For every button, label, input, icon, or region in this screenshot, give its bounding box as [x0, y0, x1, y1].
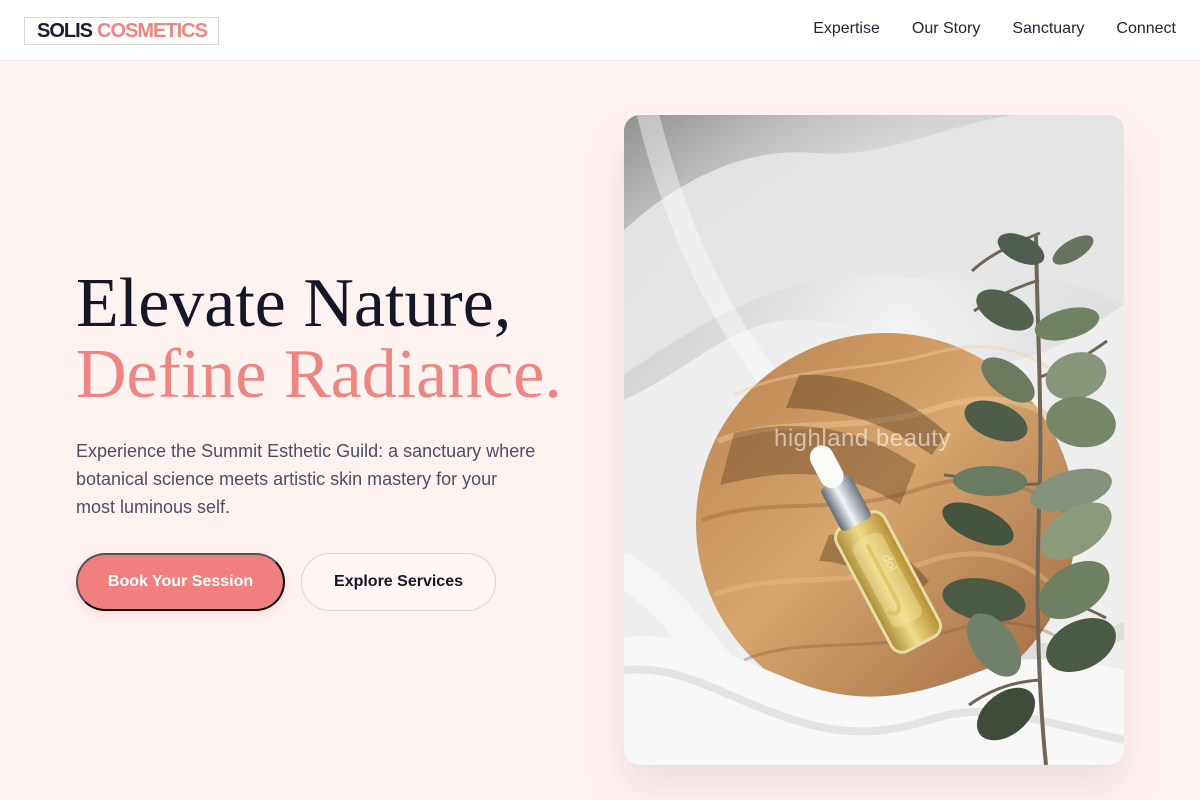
product-photo: dol highland beauty [624, 115, 1124, 765]
hero-title-line-one: Elevate Nature, [76, 265, 512, 342]
hero-title: Elevate Nature, Define Radiance. [76, 268, 562, 410]
brand-logo-primary: SOLIS [37, 19, 93, 42]
brand-logo[interactable]: SOLIS COSMETICS [24, 17, 219, 45]
hero-title-line-two: Define Radiance. [76, 336, 562, 413]
brand-logo-accent: COSMETICS [97, 19, 208, 42]
nav-sanctuary[interactable]: Sanctuary [1012, 20, 1084, 38]
nav-expertise[interactable]: Expertise [813, 20, 880, 38]
main-nav: Expertise Our Story Sanctuary Connect [813, 0, 1176, 58]
explore-services-button[interactable]: Explore Services [301, 553, 496, 611]
nav-connect[interactable]: Connect [1116, 20, 1176, 38]
top-navigation: SOLIS COSMETICS Expertise Our Story Sanc… [0, 0, 1200, 61]
nav-our-story[interactable]: Our Story [912, 20, 980, 38]
hero-description: Experience the Summit Esthetic Guild: a … [76, 441, 536, 517]
image-watermark: highland beauty [774, 425, 951, 452]
book-session-button[interactable]: Book Your Session [76, 553, 285, 611]
